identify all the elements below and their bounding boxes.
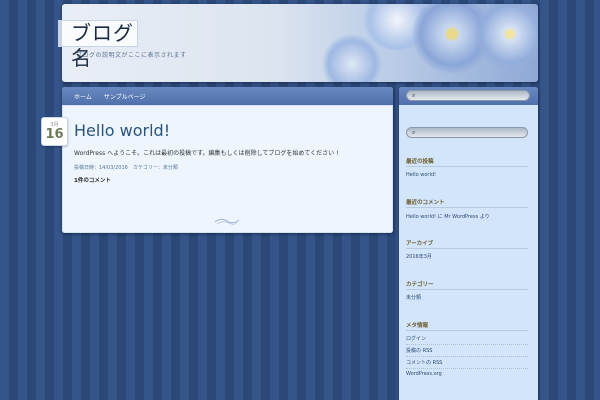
- divider: [406, 368, 528, 369]
- divider: [406, 356, 528, 357]
- sidebar: ⌕ ⌕ 最近の投稿 Hello world! 最近のコメント Hello wor…: [399, 87, 538, 400]
- search-icon: ⌕: [412, 129, 416, 136]
- divider: [406, 166, 528, 167]
- main-content: ホーム サンプルページ Hello world! WordPress へようこそ…: [62, 87, 393, 233]
- nav-item-home[interactable]: ホーム: [74, 92, 92, 101]
- divider: [406, 330, 528, 331]
- flower-image-3: [474, 4, 538, 70]
- widget-title-archives: アーカイブ: [406, 241, 434, 247]
- divider: [406, 248, 528, 249]
- meta-link-entries-rss[interactable]: 投稿の RSS: [406, 347, 432, 354]
- post: Hello world! WordPress へようこそ。これは最初の投稿です。…: [62, 105, 393, 233]
- nav-item-sample-page[interactable]: サンプルページ: [104, 92, 146, 101]
- widget-title-recent-posts: 最近の投稿: [406, 159, 434, 165]
- site-title[interactable]: ブログ名: [58, 20, 138, 70]
- divider: [406, 289, 528, 290]
- meta-link-login[interactable]: ログイン: [406, 335, 426, 342]
- widget-title-recent-comments: 最近のコメント: [406, 200, 445, 206]
- widget-title-meta: メタ情報: [406, 323, 429, 329]
- comments-link[interactable]: 1件のコメント: [74, 176, 111, 184]
- search-icon: ⌕: [412, 92, 416, 99]
- recent-comment-link[interactable]: Hello world! に Mr WordPress より: [406, 213, 490, 220]
- divider: [406, 207, 528, 208]
- post-meta: 投稿日時：14/03/2016 カテゴリー：未分類: [74, 165, 178, 171]
- meta-link-comments-rss[interactable]: コメントの RSS: [406, 359, 442, 366]
- sidebar-search-input[interactable]: ⌕: [406, 127, 528, 138]
- category-link[interactable]: 未分類: [406, 294, 421, 301]
- meta-link-wordpress-org[interactable]: WordPress.org: [406, 371, 442, 377]
- main-nav: ホーム サンプルページ: [62, 87, 393, 105]
- archive-link[interactable]: 2016年3月: [406, 253, 432, 260]
- site-description: ブログの説明文がここに表示されます: [76, 52, 187, 59]
- sidebar-top-bar: ⌕: [399, 87, 538, 105]
- recent-post-link[interactable]: Hello world!: [406, 172, 436, 178]
- post-date-day: 16: [45, 127, 64, 142]
- post-title[interactable]: Hello world!: [74, 121, 170, 140]
- post-date-badge: 3月 16: [41, 117, 68, 146]
- divider: [406, 344, 528, 345]
- post-body: WordPress へようこそ。これは最初の投稿です。編集もしくは削除してブログ…: [74, 150, 339, 157]
- widget-title-categories: カテゴリー: [406, 282, 434, 288]
- divider-ornament-icon: [214, 218, 240, 225]
- top-search-input[interactable]: ⌕: [406, 90, 530, 101]
